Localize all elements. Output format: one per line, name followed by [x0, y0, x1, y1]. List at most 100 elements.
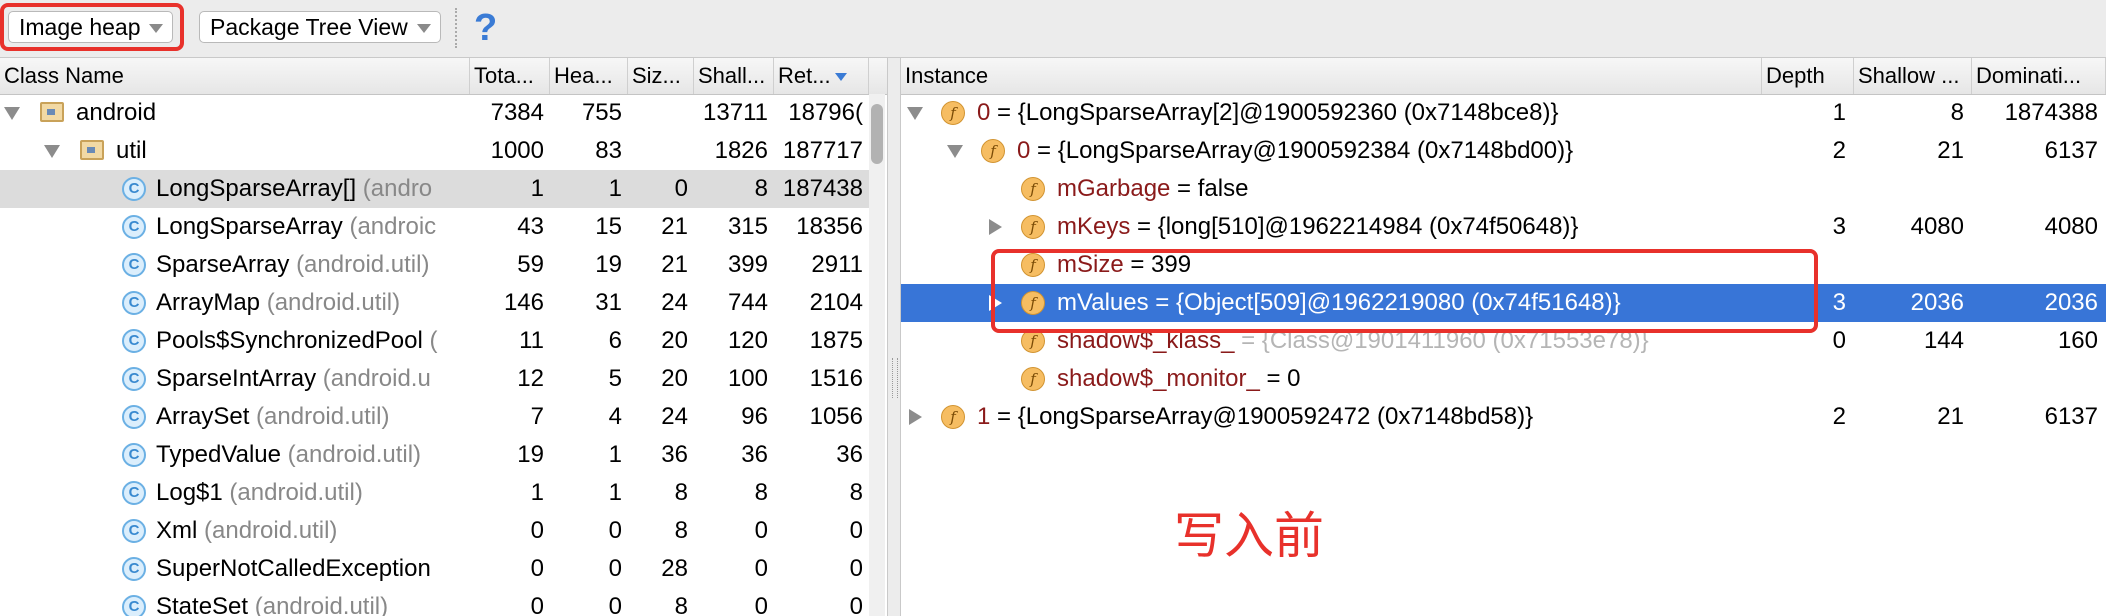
- class-icon: C: [122, 519, 146, 543]
- cell-depth: 1: [1832, 99, 1846, 126]
- cell-shallow: 744: [727, 289, 768, 316]
- column-header-2[interactable]: Shallow ...: [1854, 58, 1972, 94]
- column-header-3[interactable]: Siz...: [628, 58, 694, 94]
- table-row[interactable]: C TypedValue (android.util) 19 1 36 36 36: [0, 436, 869, 474]
- table-row[interactable]: C SparseIntArray (android.u 12 5 20 100 1516: [0, 360, 869, 398]
- expand-arrow-icon[interactable]: [44, 145, 60, 158]
- table-row[interactable]: C Pools$SynchronizedPool (11 6 20 120 1875: [0, 322, 869, 360]
- annotation-note: 写入前: [1174, 507, 1324, 565]
- instance-value: = {LongSparseArray@1900592384 (0x7148bd0…: [1030, 137, 1574, 164]
- cell-size: 8: [674, 593, 688, 616]
- cell-shallow: 2036: [1910, 289, 1964, 316]
- table-row[interactable]: f0 = {LongSparseArray[2]@1900592360 (0x7…: [901, 94, 2106, 132]
- cell-size: 20: [661, 365, 688, 392]
- cell-size: 8: [674, 517, 688, 544]
- table-row[interactable]: f0 = {LongSparseArray@1900592384 (0x7148…: [901, 132, 2106, 170]
- class-name: SparseArray: [156, 251, 290, 278]
- cell-shallow: 36: [741, 441, 768, 468]
- class-name-cell: Log$1 (android.util): [156, 474, 466, 512]
- table-row[interactable]: C SparseArray (android.util) 59 19 21 399 2911: [0, 246, 869, 284]
- table-row[interactable]: f shadow$_monitor_ = 0: [901, 360, 2106, 398]
- cell-heap: 0: [608, 593, 622, 616]
- cell-dominating: 2036: [2044, 289, 2098, 316]
- table-row[interactable]: C ArraySet (android.util) 7 4 24 96 1056: [0, 398, 869, 436]
- instance-name: mKeys: [1057, 213, 1131, 240]
- package-name: (android.util): [296, 251, 430, 278]
- sort-desc-icon[interactable]: [834, 73, 847, 82]
- table-row[interactable]: C LongSparseArray (androic 43 15 21 315 18356: [0, 208, 869, 246]
- class-name: StateSet: [156, 593, 249, 616]
- cell-shallow: 8: [754, 479, 768, 506]
- class-icon: C: [122, 595, 146, 616]
- class-name: ArrayMap: [156, 289, 261, 316]
- cell-size: 28: [661, 555, 688, 582]
- class-name-cell: Pools$SynchronizedPool (: [156, 322, 466, 360]
- help-icon[interactable]: ?: [474, 4, 497, 52]
- table-row[interactable]: f mKeys = {long[510]@1962214984 (0x74f506…: [901, 208, 2106, 246]
- collapse-arrow-icon[interactable]: [909, 409, 922, 425]
- instance-cell: 1 = {LongSparseArray@1900592472 (0x7148b…: [977, 398, 1758, 436]
- cell-total: 146: [503, 289, 544, 316]
- instance-value: = {long[510]@1962214984 (0x74f50648)}: [1130, 213, 1579, 240]
- cell-total: 1000: [490, 137, 544, 164]
- cell-dominating: [1972, 170, 2098, 208]
- class-icon: C: [122, 367, 146, 391]
- cell-size: 0: [674, 175, 688, 202]
- cell-retained: 0: [849, 555, 863, 582]
- table-row[interactable]: C StateSet (android.util) 0 0 8 0 0: [0, 588, 869, 616]
- name-spacer: [423, 327, 430, 354]
- cell-dominating: [1972, 246, 2098, 284]
- column-header-0[interactable]: Instance: [901, 58, 1762, 94]
- cell-depth: 2: [1832, 137, 1846, 164]
- class-name-cell: LongSparseArray[] (andro: [156, 170, 466, 208]
- table-row[interactable]: C SuperNotCalledException 0 0 28 0 0: [0, 550, 869, 588]
- field-icon: f: [941, 405, 965, 429]
- cell-retained: 2104: [809, 289, 863, 316]
- column-header-label: Shallow ...: [1858, 63, 1960, 88]
- package-name: (androic: [349, 213, 437, 240]
- class-name: android: [76, 99, 157, 126]
- cell-shallow: 0: [754, 517, 768, 544]
- cell-total: 12: [517, 365, 544, 392]
- cell-total: 1: [530, 175, 544, 202]
- divider-grip: [892, 358, 898, 398]
- field-icon: f: [1021, 215, 1045, 239]
- table-row[interactable]: android 7384 755 13711 18796(: [0, 94, 869, 132]
- table-row[interactable]: f mGarbage = false: [901, 170, 2106, 208]
- cell-shallow: 0: [754, 593, 768, 616]
- column-header-5[interactable]: Ret...: [774, 58, 869, 94]
- split-pane-divider[interactable]: [887, 58, 901, 616]
- table-row[interactable]: C Xml (android.util) 0 0 8 0 0: [0, 512, 869, 550]
- column-header-3[interactable]: Dominati...: [1972, 58, 2106, 94]
- table-row[interactable]: f 1 = {LongSparseArray@1900592472 (0x7148…: [901, 398, 2106, 436]
- expand-arrow-icon[interactable]: [4, 107, 20, 120]
- cell-total: 19: [517, 441, 544, 468]
- cell-size: 20: [661, 327, 688, 354]
- expand-arrow-icon[interactable]: [947, 145, 963, 158]
- view-select[interactable]: Package Tree View: [199, 11, 441, 43]
- cell-shallow: [1854, 170, 1964, 208]
- expand-arrow-icon[interactable]: [907, 107, 923, 120]
- cell-shallow: 1826: [714, 137, 768, 164]
- cell-dominating: 1874388: [2004, 99, 2098, 126]
- class-table-scrollbar[interactable]: [869, 94, 885, 616]
- package-name: (android.util): [204, 517, 338, 544]
- column-header-2[interactable]: Hea...: [550, 58, 628, 94]
- table-row[interactable]: C Log$1 (android.util) 1 1 8 8 8: [0, 474, 869, 512]
- scrollbar-thumb[interactable]: [871, 104, 883, 164]
- cell-retained: 1056: [809, 403, 863, 430]
- column-header-4[interactable]: Shall...: [694, 58, 774, 94]
- table-row[interactable]: C ArrayMap (android.util) 146 31 24 744 2104: [0, 284, 869, 322]
- class-icon: C: [122, 177, 146, 201]
- class-name-cell: android: [76, 94, 466, 132]
- table-row[interactable]: util 1000 83 1826 187717: [0, 132, 869, 170]
- column-header-0[interactable]: Class Name: [0, 58, 470, 94]
- collapse-arrow-icon[interactable]: [989, 219, 1002, 235]
- column-header-1[interactable]: Depth: [1762, 58, 1854, 94]
- column-header-label: Tota...: [474, 63, 534, 88]
- cell-total: 7384: [490, 99, 544, 126]
- table-row[interactable]: C LongSparseArray[] (andro 1 1 0 8 187438: [0, 170, 869, 208]
- class-name: Pools$SynchronizedPool: [156, 327, 423, 354]
- view-select-value: Package Tree View: [210, 14, 408, 40]
- column-header-1[interactable]: Tota...: [470, 58, 550, 94]
